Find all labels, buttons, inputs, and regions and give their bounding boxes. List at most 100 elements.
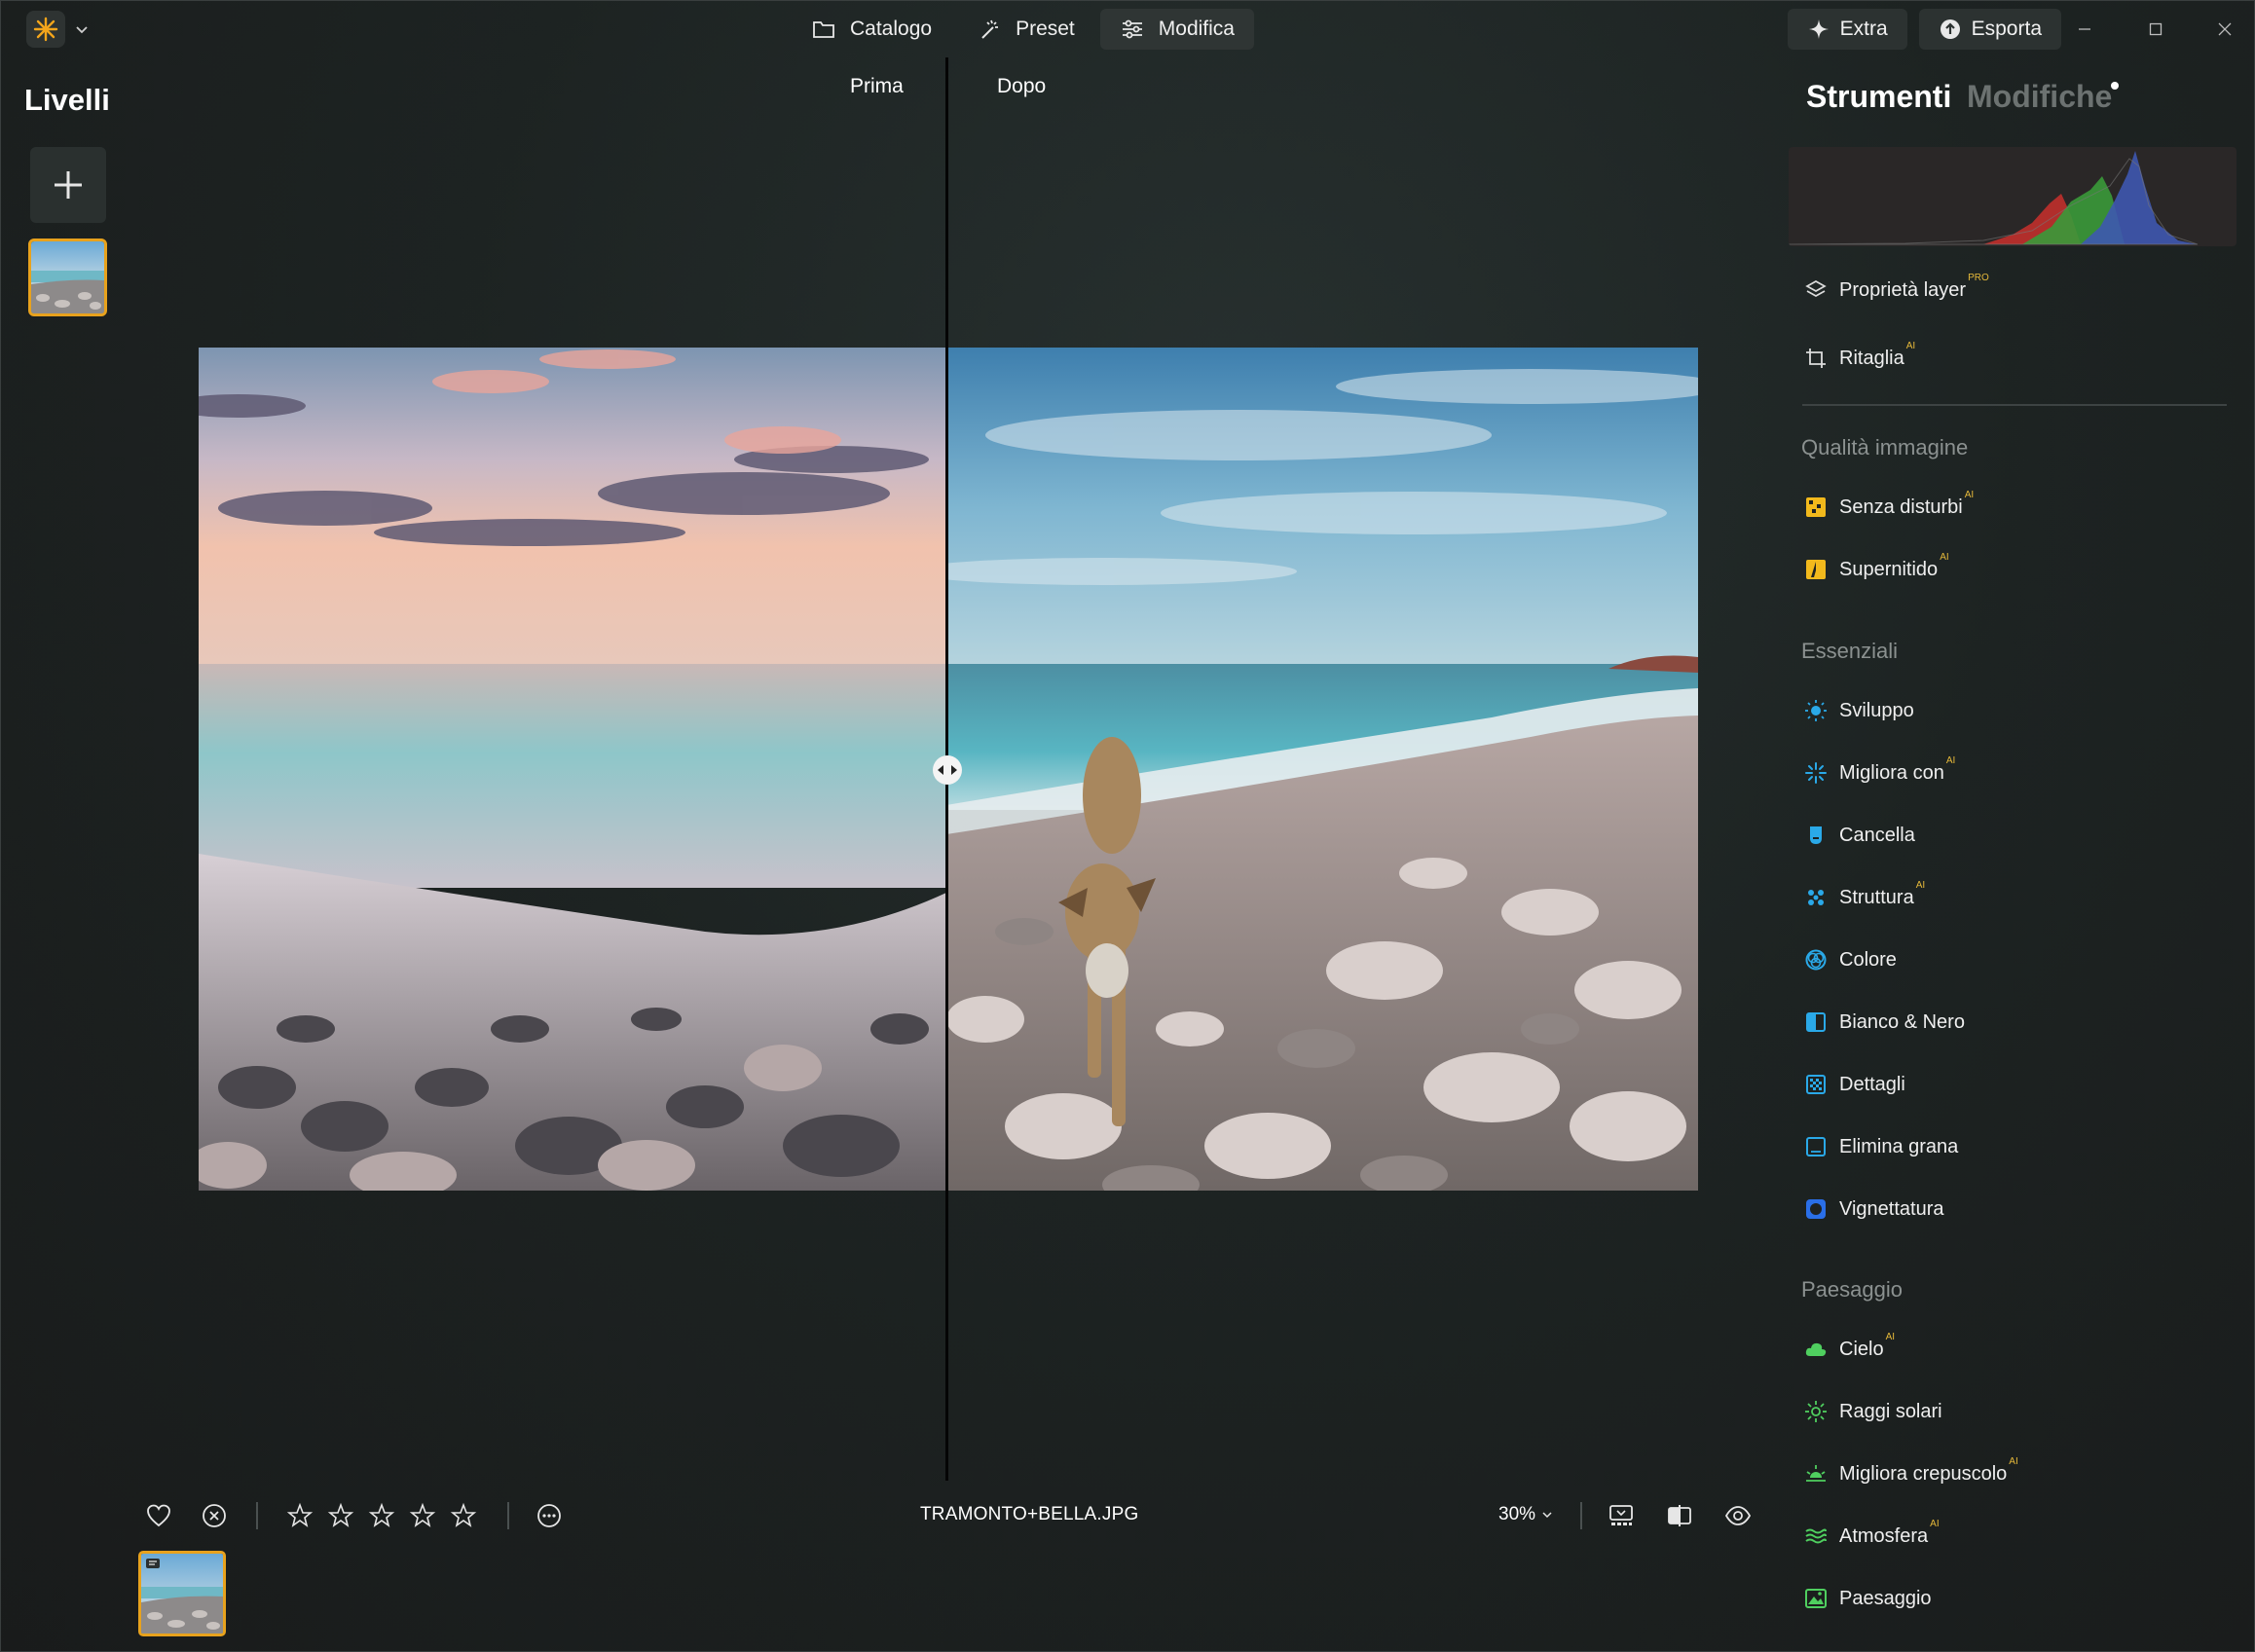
edits-indicator-dot <box>2111 82 2119 90</box>
tool-enhance[interactable]: Migliora conAI <box>1804 755 1955 789</box>
tool-label: Colore <box>1839 948 1897 971</box>
filmstrip-toggle-button[interactable] <box>1606 1500 1637 1531</box>
compare-view-button[interactable] <box>1664 1500 1695 1531</box>
layer-thumbnail[interactable] <box>28 239 107 316</box>
tool-develop[interactable]: Sviluppo <box>1804 694 1914 727</box>
nav-tabs: Catalogo Preset Modifica <box>792 9 1254 50</box>
rating-star-1[interactable] <box>284 1500 315 1531</box>
histogram <box>1789 147 2237 246</box>
ai-badge: AI <box>1905 340 1916 351</box>
tool-label: Raggi solari <box>1839 1400 1942 1422</box>
tool-atmosphere[interactable]: AtmosferaAI <box>1804 1518 1940 1553</box>
add-layer-button[interactable] <box>30 147 106 223</box>
tool-details[interactable]: Dettagli <box>1804 1068 1905 1101</box>
title-bar: Catalogo Preset Modifica Extra Esporta <box>1 1 2255 59</box>
minimize-button[interactable] <box>2055 9 2114 50</box>
sunset-icon <box>1804 1462 1828 1486</box>
extra-label: Extra <box>1839 18 1888 40</box>
grain-icon <box>1804 1135 1828 1158</box>
before-image <box>199 348 946 1191</box>
cloud-icon <box>1804 1338 1828 1361</box>
color-icon <box>1804 948 1828 972</box>
tool-sky[interactable]: CieloAI <box>1804 1332 1895 1366</box>
star-icon <box>450 1502 477 1527</box>
landscape-icon <box>1804 1587 1828 1610</box>
vignette-icon <box>1804 1197 1828 1221</box>
close-button[interactable] <box>2196 9 2254 50</box>
reject-button[interactable] <box>199 1500 230 1531</box>
supersharp-icon <box>1804 558 1828 581</box>
after-image <box>946 348 1698 1191</box>
app-window: Catalogo Preset Modifica Extra Esporta L… <box>0 0 2255 1652</box>
tool-label: Paesaggio <box>1839 1587 1932 1609</box>
tab-strumenti[interactable]: Strumenti <box>1806 79 1951 115</box>
tool-label: AtmosferaAI <box>1839 1518 1940 1547</box>
tool-label: Dettagli <box>1839 1073 1905 1095</box>
tool-color[interactable]: Colore <box>1804 943 1897 976</box>
tool-label: Cancella <box>1839 824 1915 846</box>
tool-label: Vignettatura <box>1839 1197 1944 1220</box>
details-icon <box>1804 1073 1828 1096</box>
magic-wand-icon <box>981 19 999 39</box>
favorite-button[interactable] <box>143 1500 174 1531</box>
zoom-dropdown[interactable]: 30% <box>1498 1504 1553 1525</box>
layers-title: Livelli <box>24 83 110 117</box>
tab-modifiche[interactable]: Modifiche <box>1967 79 2112 115</box>
section-essentials-title[interactable]: Essenziali <box>1801 639 1898 664</box>
upload-icon <box>1940 19 1960 39</box>
tool-landscape[interactable]: Paesaggio <box>1804 1582 1932 1615</box>
tab-modifica[interactable]: Modifica <box>1099 9 1254 50</box>
section-landscape-title[interactable]: Paesaggio <box>1801 1277 1903 1303</box>
maximize-icon <box>2149 22 2163 36</box>
sun-logo-icon <box>33 17 58 42</box>
black-white-icon <box>1804 1010 1828 1034</box>
reject-circle-x-icon <box>203 1504 226 1527</box>
chevron-down-icon <box>1542 1512 1552 1519</box>
tool-label: Sviluppo <box>1839 699 1914 721</box>
divider <box>1580 1502 1582 1529</box>
section-image-quality-title[interactable]: Qualità immagine <box>1801 435 1968 460</box>
atmosphere-icon <box>1804 1524 1828 1548</box>
tool-structure[interactable]: StrutturaAI <box>1804 880 1925 914</box>
before-label: Prima <box>850 75 904 97</box>
tool-label: Senza disturbiAI <box>1839 489 1975 518</box>
tool-vignette[interactable]: Vignettatura <box>1804 1193 1944 1226</box>
tool-erase[interactable]: Cancella <box>1804 819 1915 852</box>
denoise-icon <box>1804 496 1828 519</box>
export-button[interactable]: Esporta <box>1918 9 2061 50</box>
more-dots-icon <box>537 1504 561 1527</box>
tool-grain-removal[interactable]: Elimina grana <box>1804 1130 1958 1163</box>
layers-icon <box>1804 278 1828 302</box>
filmstrip-thumbnail[interactable] <box>138 1551 226 1636</box>
maximize-button[interactable] <box>2126 9 2185 50</box>
star-icon <box>286 1502 314 1527</box>
eraser-icon <box>1804 824 1828 847</box>
app-menu-chevron-icon[interactable] <box>73 20 91 38</box>
tool-denoise[interactable]: Senza disturbiAI <box>1804 489 1975 524</box>
star-icon <box>409 1502 436 1527</box>
extra-button[interactable]: Extra <box>1787 9 1907 50</box>
tab-catalogo[interactable]: Catalogo <box>792 9 951 50</box>
star-icon <box>327 1502 354 1527</box>
tool-golden-hour[interactable]: Migliora crepuscoloAI <box>1804 1456 2018 1490</box>
more-options-button[interactable] <box>534 1500 565 1531</box>
tool-label: Bianco & Nero <box>1839 1010 1965 1033</box>
rating-star-3[interactable] <box>366 1500 397 1531</box>
rating-star-5[interactable] <box>448 1500 479 1531</box>
app-logo-button[interactable] <box>26 11 65 48</box>
tool-sunrays[interactable]: Raggi solari <box>1804 1395 1942 1428</box>
rating-star-4[interactable] <box>407 1500 438 1531</box>
divider <box>507 1502 509 1529</box>
tool-layer-properties[interactable]: Proprietà layerPRO <box>1804 272 1989 307</box>
preview-toggle-button[interactable] <box>1722 1500 1754 1531</box>
rating-star-2[interactable] <box>325 1500 356 1531</box>
eye-icon <box>1724 1506 1752 1525</box>
close-icon <box>2218 22 2232 36</box>
tool-supersharp[interactable]: SupernitidoAI <box>1804 552 1949 586</box>
tool-label: Proprietà layerPRO <box>1839 272 1989 301</box>
tool-black-white[interactable]: Bianco & Nero <box>1804 1006 1965 1039</box>
compare-split-handle[interactable] <box>933 755 962 785</box>
tool-label: Elimina grana <box>1839 1135 1959 1157</box>
tab-preset[interactable]: Preset <box>957 9 1094 50</box>
tool-crop[interactable]: RitagliaAI <box>1804 340 1916 375</box>
